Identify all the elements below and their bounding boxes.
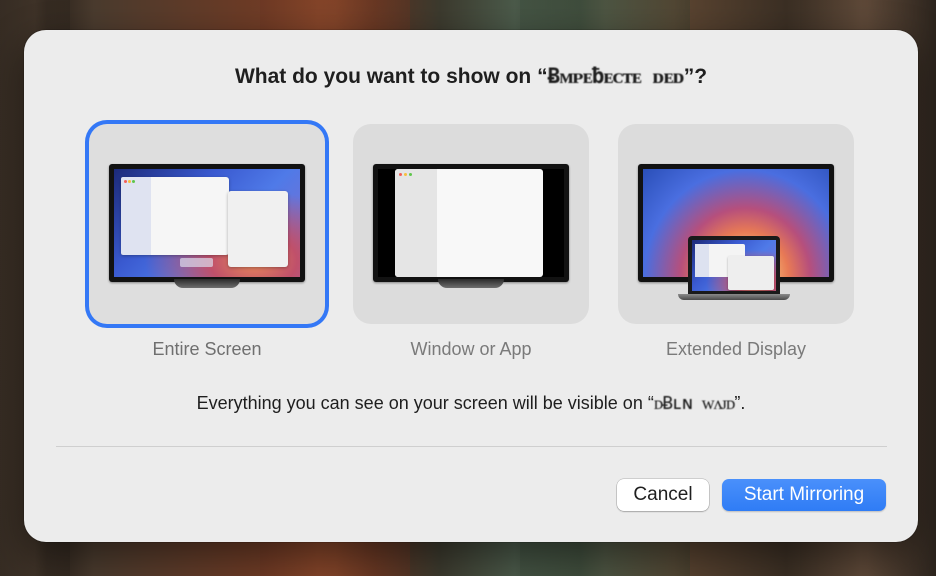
monitor-stand <box>174 279 240 288</box>
option-window-or-app[interactable] <box>353 124 589 324</box>
device-name: Ƀᴍᴘᴇƀᴇᴄᴛᴇ ᴅᴇᴅ <box>547 64 685 88</box>
description-suffix: ”. <box>734 393 746 413</box>
entire-screen-monitor-icon <box>109 164 305 282</box>
option-label-window-or-app: Window or App <box>410 339 532 359</box>
device-name: ᴅɃʟɴ ᴡᴧᴊᴅ <box>653 393 736 414</box>
option-extended-display[interactable] <box>618 124 854 324</box>
description-prefix: Everything you can see on your screen wi… <box>196 393 654 413</box>
selection-description: Everything you can see on your screen wi… <box>24 393 918 414</box>
laptop-base <box>678 294 790 300</box>
start-mirroring-button[interactable]: Start Mirroring <box>722 479 886 511</box>
divider <box>56 446 887 447</box>
laptop-icon <box>688 236 780 294</box>
cancel-button[interactable]: Cancel <box>617 479 709 511</box>
option-label-extended-display: Extended Display <box>665 339 807 359</box>
option-label-entire-screen: Entire Screen <box>152 339 262 359</box>
dialog-title-prefix: What do you want to show on “ <box>234 65 548 88</box>
dialog-title-suffix: ”? <box>683 65 708 88</box>
option-entire-screen[interactable] <box>89 124 325 324</box>
mirroring-dialog: What do you want to show on “Ƀᴍᴘᴇƀᴇᴄᴛᴇ ᴅ… <box>24 30 918 542</box>
window-or-app-monitor-icon <box>373 164 569 282</box>
monitor-stand <box>438 279 504 288</box>
dialog-title: What do you want to show on “Ƀᴍᴘᴇƀᴇᴄᴛᴇ ᴅ… <box>24 64 918 89</box>
